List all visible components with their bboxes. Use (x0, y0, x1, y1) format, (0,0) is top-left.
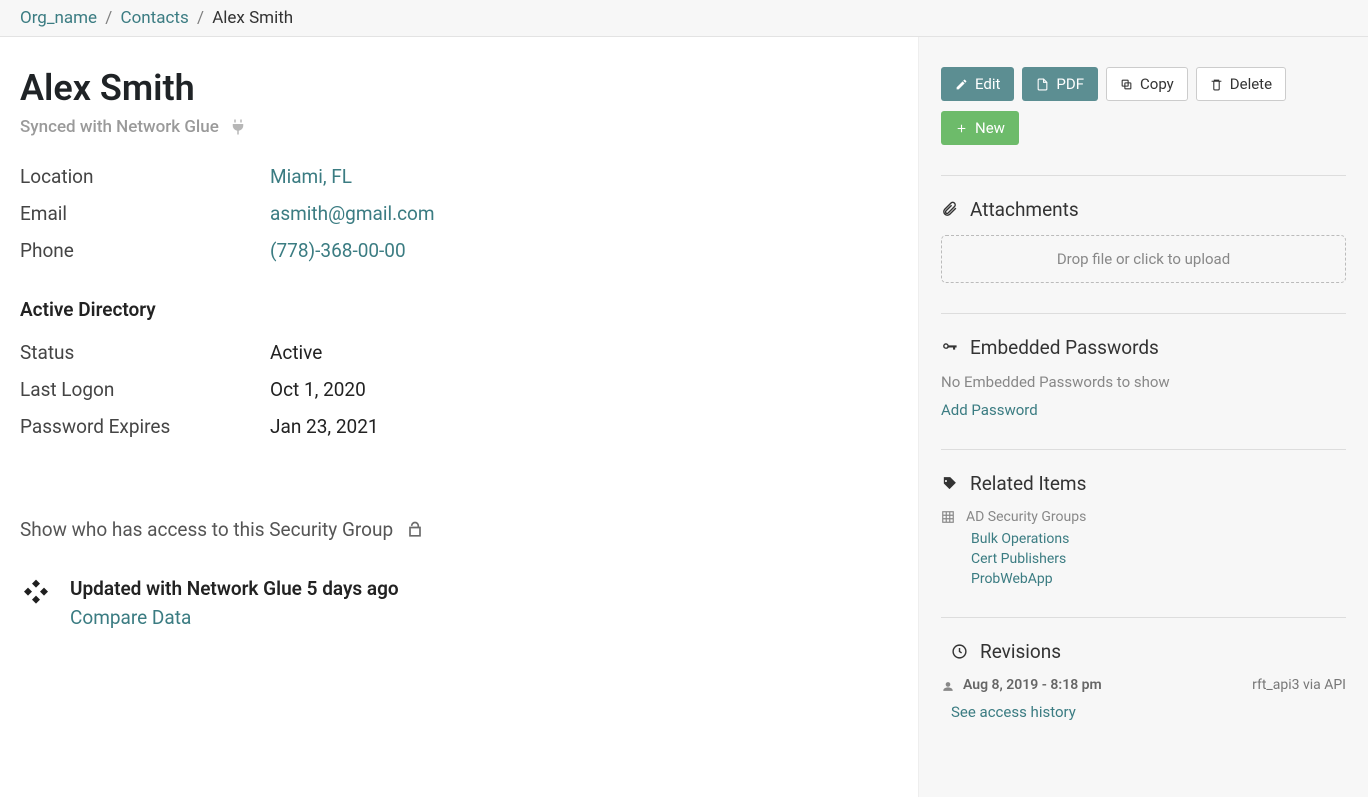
email-value[interactable]: asmith@gmail.com (270, 202, 435, 225)
add-password-link[interactable]: Add Password (941, 401, 1346, 419)
phone-value[interactable]: (778)-368-00-00 (270, 239, 406, 262)
security-group-text: Show who has access to this Security Gro… (20, 518, 393, 541)
delete-button[interactable]: Delete (1196, 67, 1286, 101)
breadcrumb: Org_name / Contacts / Alex Smith (0, 0, 1368, 37)
action-buttons-2: New (941, 111, 1346, 145)
phone-label: Phone (20, 239, 270, 262)
related-list: Bulk Operations Cert Publishers ProbWebA… (971, 531, 1346, 587)
ng-updated-text: Updated with Network Glue 5 days ago (70, 577, 399, 600)
passwords-empty: No Embedded Passwords to show (941, 373, 1346, 391)
security-group-access[interactable]: Show who has access to this Security Gro… (20, 518, 898, 541)
pdf-button[interactable]: PDF (1022, 67, 1098, 101)
revisions-heading-text: Revisions (980, 640, 1061, 663)
clock-icon (951, 643, 968, 660)
ad-heading: Active Directory (20, 298, 898, 321)
attachments-dropzone[interactable]: Drop file or click to upload (941, 235, 1346, 283)
contact-info: Location Miami, FL Email asmith@gmail.co… (20, 165, 898, 262)
related-item[interactable]: Bulk Operations (971, 531, 1346, 547)
related-item[interactable]: Cert Publishers (971, 551, 1346, 567)
main-content: Alex Smith Synced with Network Glue Loca… (0, 37, 918, 797)
users-icon (941, 678, 955, 692)
breadcrumb-current: Alex Smith (212, 8, 293, 28)
edit-label: Edit (975, 75, 1000, 93)
location-label: Location (20, 165, 270, 188)
ad-status-value: Active (270, 341, 898, 364)
passwords-heading-text: Embedded Passwords (970, 336, 1159, 359)
ad-status-label: Status (20, 341, 270, 364)
related-category: AD Security Groups (941, 509, 1346, 525)
trash-icon (1210, 78, 1223, 91)
related-section: Related Items AD Security Groups Bulk Op… (941, 449, 1346, 587)
new-label: New (975, 119, 1005, 137)
unlock-icon (405, 520, 425, 540)
network-glue-update: Updated with Network Glue 5 days ago Com… (20, 577, 898, 629)
ad-pwdexp-value: Jan 23, 2021 (270, 415, 898, 438)
ad-logon-label: Last Logon (20, 378, 270, 401)
tag-icon (941, 475, 958, 492)
attachments-section: Attachments Drop file or click to upload (941, 175, 1346, 283)
copy-icon (1120, 78, 1133, 91)
passwords-section: Embedded Passwords No Embedded Passwords… (941, 313, 1346, 419)
revisions-heading: Revisions (951, 640, 1346, 663)
pencil-icon (955, 78, 968, 91)
attachments-heading: Attachments (941, 198, 1346, 221)
related-item[interactable]: ProbWebApp (971, 571, 1346, 587)
plug-icon (229, 118, 247, 136)
related-category-text: AD Security Groups (966, 509, 1086, 525)
compare-data-link[interactable]: Compare Data (70, 606, 399, 629)
plus-icon (955, 122, 968, 135)
access-history-link[interactable]: See access history (951, 703, 1346, 721)
page-title: Alex Smith (20, 67, 898, 109)
breadcrumb-sep: / (105, 8, 112, 28)
delete-label: Delete (1230, 75, 1272, 93)
related-heading-text: Related Items (970, 472, 1086, 495)
new-button[interactable]: New (941, 111, 1019, 145)
ad-info: Status Active Last Logon Oct 1, 2020 Pas… (20, 341, 898, 438)
email-label: Email (20, 202, 270, 225)
file-icon (1036, 78, 1049, 91)
location-value[interactable]: Miami, FL (270, 165, 352, 188)
pdf-label: PDF (1056, 75, 1084, 93)
ad-logon-value: Oct 1, 2020 (270, 378, 898, 401)
breadcrumb-section[interactable]: Contacts (121, 8, 189, 28)
revision-row: Aug 8, 2019 - 8:18 pm rft_api3 via API (941, 677, 1346, 693)
ad-pwdexp-label: Password Expires (20, 415, 270, 438)
edit-button[interactable]: Edit (941, 67, 1014, 101)
passwords-heading: Embedded Passwords (941, 336, 1346, 359)
copy-label: Copy (1140, 75, 1174, 93)
sync-status: Synced with Network Glue (20, 117, 898, 137)
grid-icon (941, 510, 955, 524)
network-glue-icon (20, 577, 52, 609)
attachments-heading-text: Attachments (970, 198, 1079, 221)
sidebar: Edit PDF Copy Delete (918, 37, 1368, 797)
sync-status-text: Synced with Network Glue (20, 117, 219, 137)
copy-button[interactable]: Copy (1106, 67, 1188, 101)
paperclip-icon (941, 201, 958, 218)
action-buttons: Edit PDF Copy Delete (941, 67, 1346, 101)
breadcrumb-org[interactable]: Org_name (20, 8, 97, 28)
revision-via: rft_api3 via API (1252, 677, 1346, 693)
revision-timestamp: Aug 8, 2019 - 8:18 pm (963, 677, 1102, 693)
breadcrumb-sep: / (197, 8, 204, 28)
related-heading: Related Items (941, 472, 1346, 495)
key-icon (941, 339, 958, 356)
revisions-section: Revisions Aug 8, 2019 - 8:18 pm rft_api3… (941, 617, 1346, 721)
